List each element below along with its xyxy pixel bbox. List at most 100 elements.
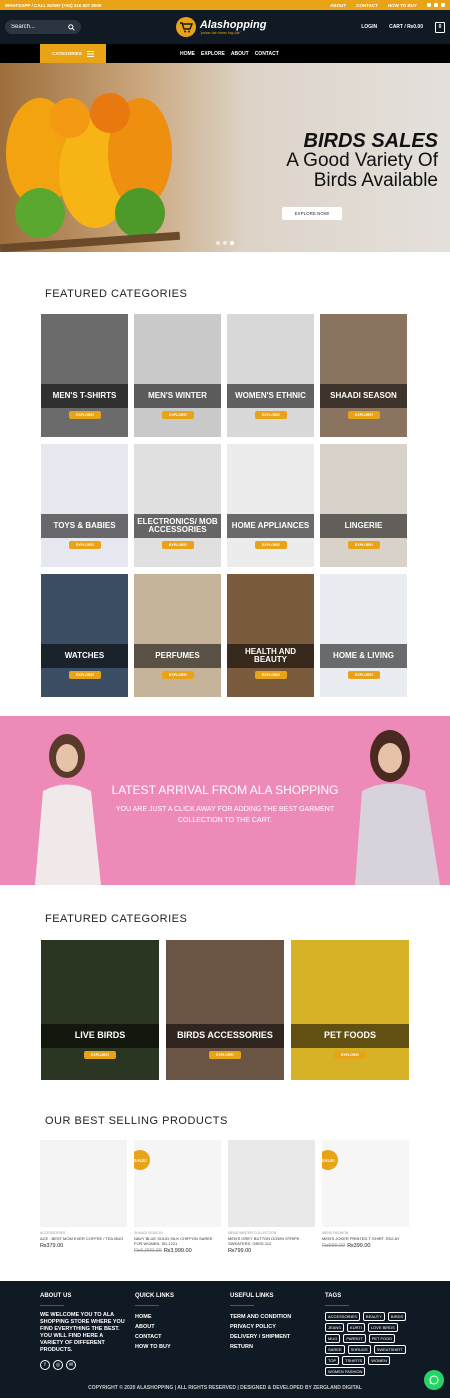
tag-link[interactable]: BIRDS: [387, 1312, 407, 1321]
product-card[interactable]: SALE! SHAADI SEASON NAVY BLUE SOLID SILK C…: [134, 1140, 221, 1254]
facebook-icon[interactable]: f: [40, 1360, 50, 1370]
product-category[interactable]: SHAADI SEASON: [134, 1231, 221, 1235]
featured-categories-grid-2: LIVE BIRDS EXPLORE! BIRDS ACCESSORIES EXPLO…: [41, 940, 409, 1080]
category-tile-label: BIRDS ACCESSORIES: [166, 1024, 284, 1048]
category-tile[interactable]: SHAADI SEASON EXPLORE!: [320, 314, 407, 437]
explore-button[interactable]: EXPLORE!: [69, 541, 101, 549]
product-image[interactable]: [40, 1140, 127, 1227]
footer-link-return[interactable]: RETURN: [230, 1342, 291, 1352]
explore-button[interactable]: EXPLORE!: [162, 671, 194, 679]
tag-link[interactable]: SAREE: [325, 1345, 345, 1354]
product-image[interactable]: [228, 1140, 315, 1227]
email-icon[interactable]: [441, 3, 445, 7]
tag-link[interactable]: BEAUTY: [362, 1312, 385, 1321]
nav-explore[interactable]: EXPLORE: [201, 51, 225, 57]
footer-link-about[interactable]: ABOUT: [135, 1322, 174, 1332]
category-tile[interactable]: WOMEN'S ETHNIC EXPLORE!: [227, 314, 314, 437]
product-image[interactable]: SALE!: [134, 1140, 221, 1227]
slider-dot[interactable]: [223, 241, 227, 245]
tag-link[interactable]: SHRUGS: [347, 1345, 371, 1354]
product-card[interactable]: MENS WINTER COLLECTION MEN'S GREY BUTTON …: [228, 1140, 315, 1254]
explore-button[interactable]: EXPLORE!: [162, 411, 194, 419]
tag-link[interactable]: ACCESSORIES: [325, 1312, 360, 1321]
product-category[interactable]: MENS WINTER COLLECTION: [228, 1231, 315, 1235]
product-name[interactable]: MEN'S JOKER PRINTED T-SHIRT. SS2-AY: [322, 1236, 409, 1241]
hero-subtitle-1: A Good Variety Of: [286, 150, 438, 171]
instagram-icon[interactable]: ◎: [53, 1360, 63, 1370]
category-tile[interactable]: LINGERIE EXPLORE!: [320, 444, 407, 567]
category-tile[interactable]: MEN'S T-SHIRTS EXPLORE!: [41, 314, 128, 437]
tag-link[interactable]: JEANS: [325, 1323, 344, 1332]
instagram-icon[interactable]: [434, 3, 438, 7]
tag-link[interactable]: TSHIRTS: [342, 1356, 366, 1365]
email-icon[interactable]: ✉: [66, 1360, 76, 1370]
site-logo[interactable]: Alashopping "yahan har cheez hay Ala": [175, 17, 266, 37]
explore-button[interactable]: EXPLORE!: [69, 671, 101, 679]
facebook-icon[interactable]: [427, 3, 431, 7]
search-input[interactable]: [11, 24, 67, 30]
category-tile[interactable]: PET FOODS EXPLORE!: [291, 940, 409, 1080]
product-card[interactable]: SALE! MENS FASHION MEN'S JOKER PRINTED T-S…: [322, 1140, 409, 1254]
top-link-contact[interactable]: CONTACT: [356, 3, 378, 8]
category-tile[interactable]: PERFUMES EXPLORE!: [134, 574, 221, 697]
category-tile[interactable]: WATCHES EXPLORE!: [41, 574, 128, 697]
slider-dot-active[interactable]: [230, 241, 234, 245]
whatsapp-button[interactable]: [424, 1370, 444, 1390]
footer-link-delivery[interactable]: DELIVERY / SHIPMENT: [230, 1332, 291, 1342]
category-tile[interactable]: HOME & LIVING EXPLORE!: [320, 574, 407, 697]
category-tile[interactable]: LIVE BIRDS EXPLORE!: [41, 940, 159, 1080]
tag-link[interactable]: PET FOOD: [368, 1334, 396, 1343]
tag-link[interactable]: PARROT: [343, 1334, 366, 1343]
tag-link[interactable]: WOMEN: [368, 1356, 390, 1365]
product-name[interactable]: ACE . BEST MOM EVER COFFEE / TEA MUG: [40, 1236, 127, 1241]
category-tile[interactable]: HOME APPLIANCES EXPLORE!: [227, 444, 314, 567]
tag-link[interactable]: LOVE BIRDS: [367, 1323, 398, 1332]
tag-link[interactable]: MUG: [325, 1334, 341, 1343]
explore-button[interactable]: EXPLORE!: [255, 541, 287, 549]
product-name[interactable]: NAVY BLUE SOLID SILK CHIFFON SAREE FOR W…: [134, 1236, 221, 1246]
explore-button[interactable]: EXPLORE!: [255, 411, 287, 419]
footer-link-home[interactable]: HOME: [135, 1312, 174, 1322]
slider-dot[interactable]: [216, 241, 220, 245]
footer-link-contact[interactable]: CONTACT: [135, 1332, 174, 1342]
product-category[interactable]: ACCESSORIES: [40, 1231, 127, 1235]
nav-home[interactable]: HOME: [180, 51, 195, 57]
product-card[interactable]: ACCESSORIES ACE . BEST MOM EVER COFFEE / …: [40, 1140, 127, 1254]
explore-button[interactable]: EXPLORE!: [69, 411, 101, 419]
product-category[interactable]: MENS FASHION: [322, 1231, 409, 1235]
logo-tagline: "yahan har cheez hay Ala": [199, 30, 241, 35]
explore-button[interactable]: EXPLORE!: [209, 1051, 241, 1059]
category-tile[interactable]: ELECTRONICS/ MOB ACCESSORIES EXPLORE!: [134, 444, 221, 567]
category-tile[interactable]: HEALTH AND BEAUTY EXPLORE!: [227, 574, 314, 697]
footer-link-terms[interactable]: TERM AND CONDITION: [230, 1312, 291, 1322]
cart-link[interactable]: CART / ₨0.00: [389, 24, 423, 30]
tag-link[interactable]: TOP: [325, 1356, 340, 1365]
login-link[interactable]: LOGIN: [361, 24, 377, 30]
categories-button[interactable]: CATEGORIES: [40, 44, 106, 63]
category-tile[interactable]: MEN'S WINTER EXPLORE!: [134, 314, 221, 437]
explore-now-button[interactable]: EXPLORE NOW!: [282, 207, 342, 220]
nav-contact[interactable]: CONTACT: [255, 51, 279, 57]
top-link-how-to-buy[interactable]: HOW TO BUY: [388, 3, 417, 8]
product-name[interactable]: MEN'S GREY BUTTON DOWN STRIPE SWEATERS. …: [228, 1236, 315, 1246]
explore-button[interactable]: EXPLORE!: [348, 671, 380, 679]
explore-button[interactable]: EXPLORE!: [334, 1051, 366, 1059]
footer-link-how-to-buy[interactable]: HOW TO BUY: [135, 1342, 174, 1352]
category-tile[interactable]: BIRDS ACCESSORIES EXPLORE!: [166, 940, 284, 1080]
explore-button[interactable]: EXPLORE!: [162, 541, 194, 549]
explore-button[interactable]: EXPLORE!: [255, 671, 287, 679]
nav-about[interactable]: ABOUT: [231, 51, 249, 57]
tag-link[interactable]: KURTI: [346, 1323, 365, 1332]
search-icon[interactable]: [68, 23, 75, 31]
category-tile[interactable]: TOYS & BABIES EXPLORE!: [41, 444, 128, 567]
cart-count-badge[interactable]: 0: [435, 21, 445, 33]
tag-link[interactable]: SWEATSHIRT: [373, 1345, 406, 1354]
explore-button[interactable]: EXPLORE!: [348, 541, 380, 549]
tag-link[interactable]: WOMEN FASHION: [325, 1367, 366, 1376]
product-image[interactable]: SALE!: [322, 1140, 409, 1227]
top-link-about[interactable]: ABOUT: [330, 3, 346, 8]
footer-link-privacy[interactable]: PRIVACY POLICY: [230, 1322, 291, 1332]
explore-button[interactable]: EXPLORE!: [84, 1051, 116, 1059]
explore-button[interactable]: EXPLORE!: [348, 411, 380, 419]
contact-info[interactable]: WHATSAPP / CALL NOW# (+92) 316 507 9009: [5, 3, 101, 8]
